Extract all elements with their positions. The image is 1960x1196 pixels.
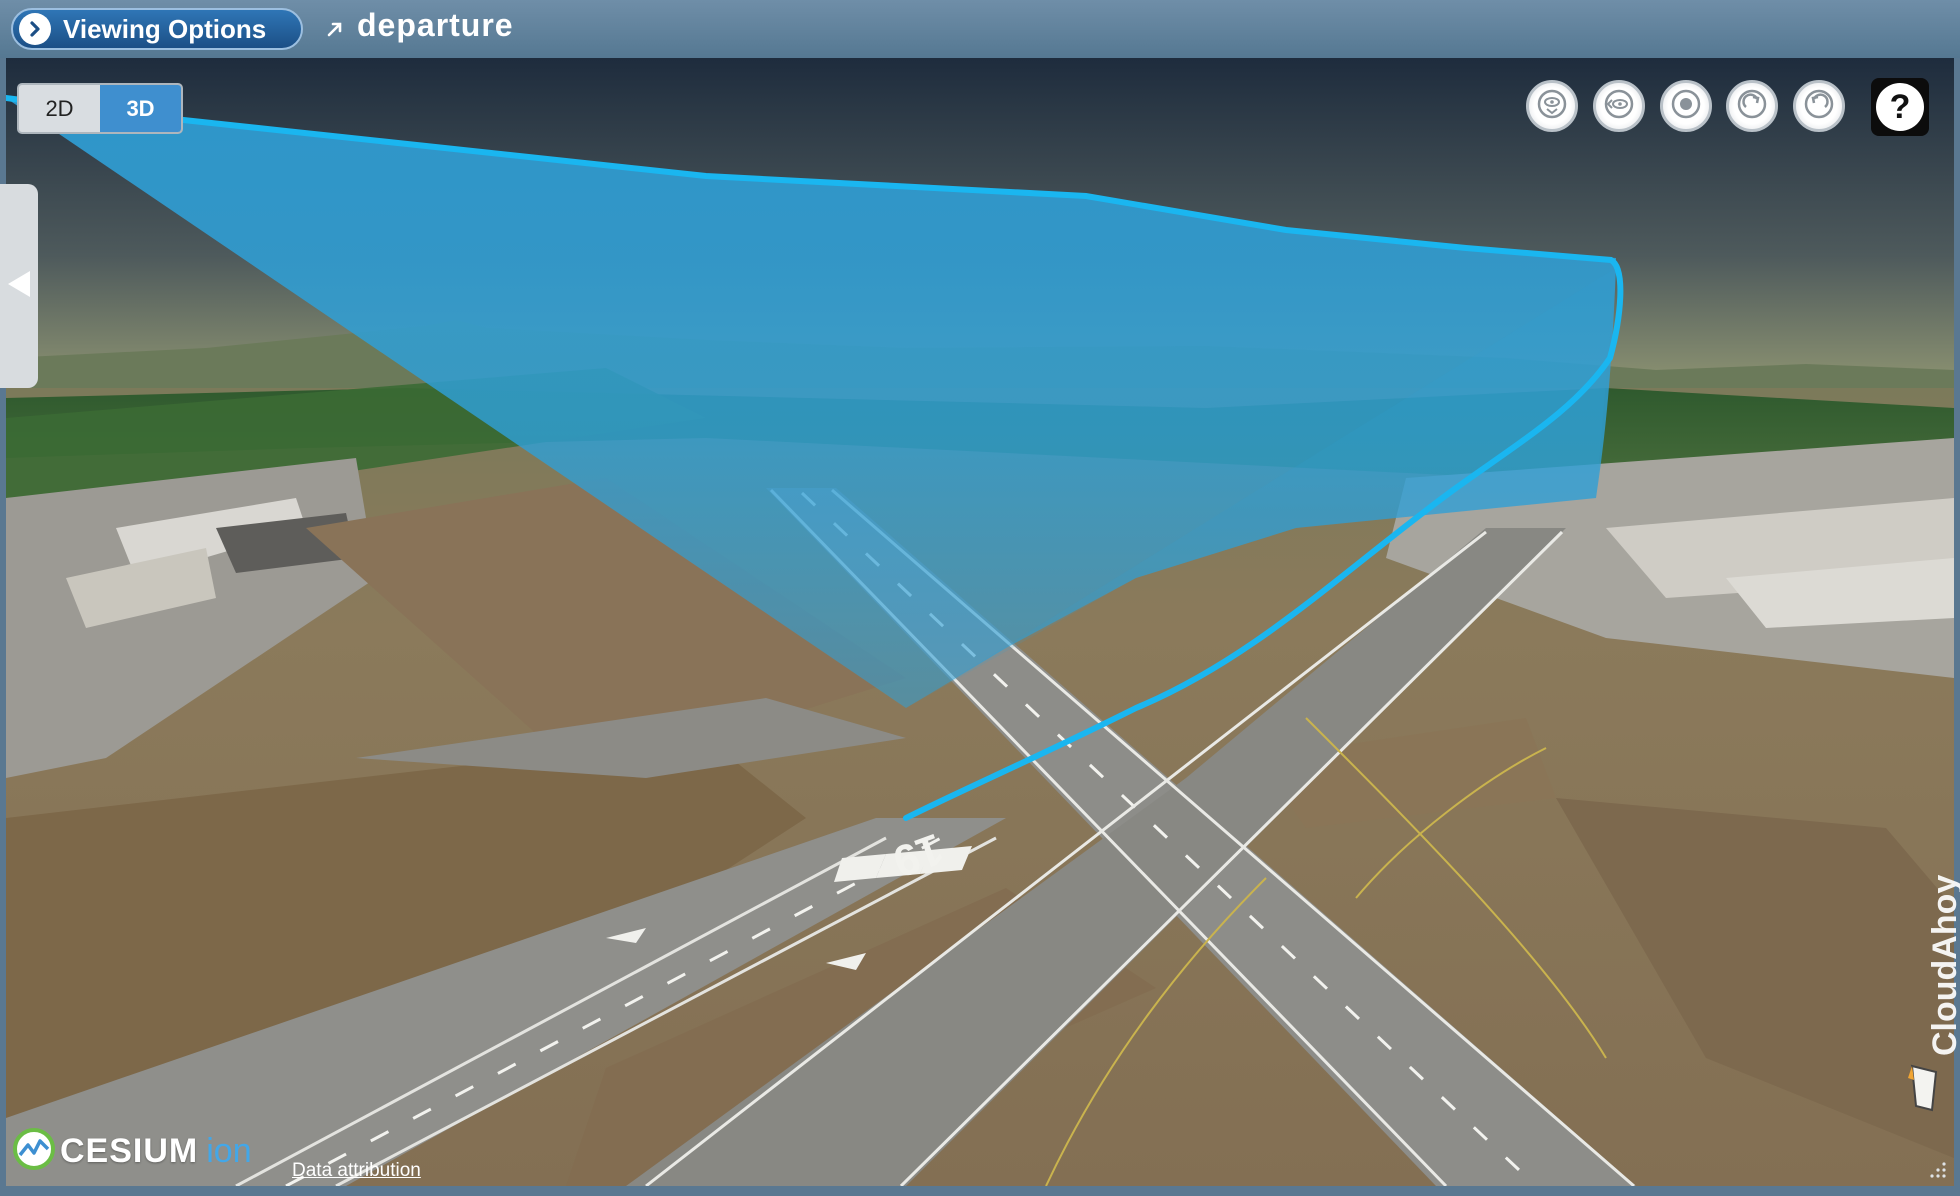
side-view-button[interactable] xyxy=(1593,80,1645,132)
cloudahoy-watermark: CloudAhoy xyxy=(1896,860,1960,1120)
cloudahoy-brand: CloudAhoy xyxy=(1926,874,1960,1056)
view-mode-toggle: 2D 3D xyxy=(17,83,183,134)
center-view-button[interactable] xyxy=(1660,80,1712,132)
top-view-button[interactable] xyxy=(1526,80,1578,132)
flight-title: departure xyxy=(357,7,514,43)
top-toolbar: Viewing Options departure xyxy=(0,0,1960,60)
cesium-word: CESIUM xyxy=(60,1131,199,1170)
viewing-options-label: Viewing Options xyxy=(63,13,267,44)
rotate-right-button[interactable] xyxy=(1726,80,1778,132)
airport-3d-scene[interactable]: 19 xyxy=(6,58,1954,1186)
resize-grip-icon[interactable] xyxy=(1926,1160,1948,1182)
arrow-up-right-icon xyxy=(326,18,344,44)
cesium-globe-icon xyxy=(12,1127,56,1176)
rotate-right-icon xyxy=(1737,89,1767,124)
caret-left-icon xyxy=(6,269,32,304)
rotate-left-button[interactable] xyxy=(1793,80,1845,132)
data-attribution-link[interactable]: Data attribution xyxy=(292,1160,421,1182)
side-view-icon xyxy=(1604,89,1634,124)
map-viewer[interactable]: 19 xyxy=(6,58,1954,1186)
viewing-options-button[interactable]: Viewing Options xyxy=(11,8,303,50)
cesium-ion-logo[interactable]: CESIUM ion xyxy=(12,1127,252,1175)
mode-3d-button[interactable]: 3D xyxy=(100,85,181,132)
frame-bottom xyxy=(0,1186,1960,1196)
app-window: Viewing Options departure 19 2D 3D ? CES… xyxy=(0,0,1960,1196)
side-panel-toggle[interactable] xyxy=(0,184,38,388)
mode-2d-button[interactable]: 2D xyxy=(19,85,100,132)
chevron-right-icon xyxy=(19,13,51,45)
cesium-ion-word: ion xyxy=(206,1131,252,1170)
rotate-left-icon xyxy=(1804,89,1834,124)
top-view-icon xyxy=(1537,89,1567,124)
help-button[interactable]: ? xyxy=(1871,78,1929,136)
cloudahoy-logo-icon xyxy=(1906,1062,1942,1119)
help-icon: ? xyxy=(1876,83,1924,131)
center-icon xyxy=(1671,89,1701,124)
